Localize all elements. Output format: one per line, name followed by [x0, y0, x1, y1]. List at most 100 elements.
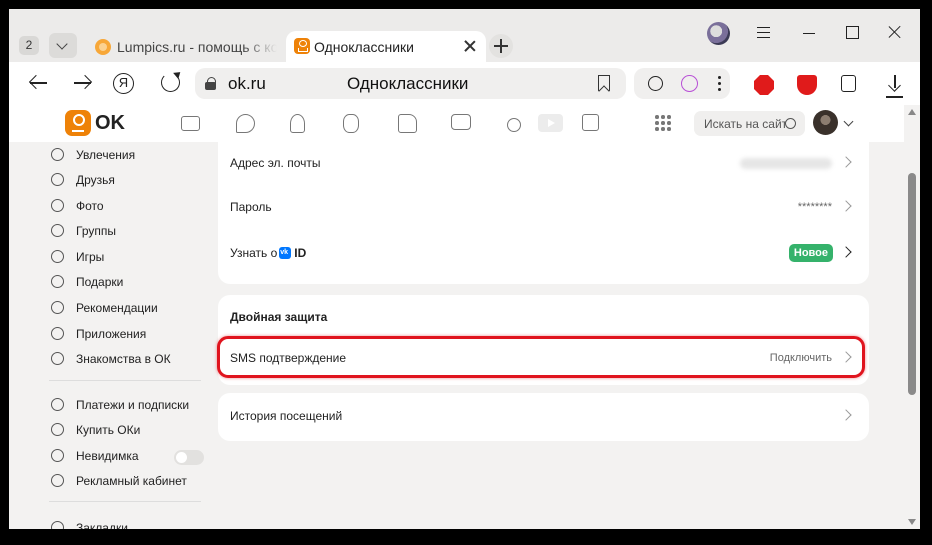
- notifications-bell-icon[interactable]: [290, 114, 305, 133]
- vk-logo-icon: [279, 247, 292, 259]
- sidebar-item-label: Друзья: [76, 173, 115, 187]
- chevron-right-icon: [840, 246, 852, 258]
- messages-icon[interactable]: [181, 116, 200, 131]
- sidebar-item-hobbies[interactable]: Увлечения: [49, 145, 214, 165]
- visit-history-row[interactable]: История посещений: [218, 395, 869, 439]
- sidebar-item-invisible[interactable]: Невидимка: [49, 446, 214, 466]
- browser-window: 2 Lumpics.ru - помощь с компьютером Одно…: [9, 9, 920, 529]
- scroll-up-arrow-icon[interactable]: [908, 109, 916, 115]
- history-label: История посещений: [230, 409, 343, 423]
- scroll-down-arrow-icon[interactable]: [908, 519, 916, 525]
- sidebar-item-label: Купить ОКи: [76, 423, 141, 437]
- video-play-icon[interactable]: [538, 114, 563, 132]
- coins-icon: [51, 423, 64, 436]
- page-scrollbar[interactable]: [904, 105, 920, 529]
- vkid-prefix: Узнать о: [230, 246, 278, 260]
- alice-assistant-icon[interactable]: [681, 75, 698, 92]
- toolbar-tools: [634, 68, 730, 99]
- lock-icon[interactable]: [205, 77, 217, 90]
- account-settings-card: Адрес эл. почты Пароль ******** Узнать о…: [218, 142, 869, 284]
- password-label: Пароль: [230, 200, 272, 214]
- sidebar-item-label: Фото: [76, 199, 104, 213]
- forward-arrow-icon[interactable]: [71, 71, 95, 95]
- lumpics-favicon-icon: [95, 39, 111, 55]
- vkid-label: Узнать о ID: [230, 246, 306, 260]
- ok-search-input[interactable]: Искать на сайте: [694, 111, 805, 136]
- bookmark-icon[interactable]: [598, 75, 610, 91]
- chevron-right-icon: [840, 156, 852, 168]
- sidebar-item-bookmarks[interactable]: Закладки: [49, 518, 214, 529]
- browser-toolbar: Я ok.ru Одноклассники: [9, 62, 920, 105]
- ok-logo-text[interactable]: OK: [95, 112, 125, 135]
- download-icon[interactable]: [885, 75, 905, 95]
- search-icon: [785, 118, 796, 129]
- search-icon[interactable]: [648, 76, 663, 91]
- minimize-icon[interactable]: [800, 23, 820, 43]
- sidebar-item-recommendations[interactable]: Рекомендации: [49, 298, 214, 318]
- sidebar-item-payments[interactable]: Платежи и подписки: [49, 395, 214, 415]
- tab-list-chevron-icon[interactable]: [49, 33, 77, 58]
- yandex-logo-icon[interactable]: Я: [113, 73, 134, 94]
- tab-counter[interactable]: 2: [19, 36, 39, 55]
- discussions-icon[interactable]: [236, 114, 255, 133]
- games-icon: [51, 250, 64, 263]
- close-window-icon[interactable]: [885, 23, 905, 43]
- events-like-icon[interactable]: [398, 114, 417, 133]
- search-placeholder: Искать на сайте: [704, 117, 794, 131]
- scroll-thumb[interactable]: [908, 173, 916, 395]
- sidebar-item-label: Закладки: [76, 521, 128, 529]
- password-value: ********: [797, 201, 832, 213]
- ok-header: OK Искать на сайте: [9, 105, 904, 142]
- browser-profile-avatar[interactable]: [707, 22, 730, 45]
- browser-menu-icon[interactable]: [754, 23, 774, 43]
- tab-odnoklassniki[interactable]: Одноклассники: [286, 31, 486, 62]
- ads-icon: [51, 474, 64, 487]
- payments-icon: [51, 398, 64, 411]
- sidebar-item-games[interactable]: Игры: [49, 247, 214, 267]
- sidebar-item-gifts[interactable]: Подарки: [49, 272, 214, 292]
- user-avatar[interactable]: [813, 110, 838, 135]
- sidebar-item-apps[interactable]: Приложения: [49, 324, 214, 344]
- sidebar-item-label: Платежи и подписки: [76, 398, 190, 412]
- invisible-toggle[interactable]: [174, 450, 204, 465]
- new-badge: Новое: [788, 244, 833, 262]
- sidebar-divider: [49, 501, 201, 502]
- address-bar[interactable]: ok.ru Одноклассники: [195, 68, 626, 99]
- sidebar-item-label: Приложения: [76, 327, 147, 341]
- sidebar-item-dating[interactable]: Знакомства в ОК: [49, 349, 214, 369]
- more-vertical-icon[interactable]: [718, 76, 721, 91]
- sidebar-item-groups[interactable]: Группы: [49, 221, 214, 241]
- email-value-blurred: [740, 158, 832, 169]
- guests-footprints-icon[interactable]: [343, 114, 359, 133]
- sidebar-item-ads[interactable]: Рекламный кабинет: [49, 471, 214, 491]
- apps-icon: [51, 327, 64, 340]
- sidebar-item-buy-oki[interactable]: Купить ОКи: [49, 420, 214, 440]
- password-row[interactable]: Пароль ********: [218, 186, 869, 230]
- music-note-icon[interactable]: [507, 118, 521, 132]
- protect-extension-icon[interactable]: [797, 75, 817, 95]
- ok-logo-icon[interactable]: [65, 110, 91, 136]
- sidebar-item-photo[interactable]: Фото: [49, 196, 214, 216]
- page-content: OK Искать на сайте Увлечения Друзья Фото…: [9, 105, 904, 529]
- sidebar-item-label: Знакомства в ОК: [76, 352, 171, 366]
- video-camera-icon[interactable]: [451, 114, 471, 130]
- tab-lumpics[interactable]: Lumpics.ru - помощь с компьютером: [89, 31, 277, 62]
- chevron-down-icon[interactable]: [843, 116, 854, 127]
- groups-icon: [51, 224, 64, 237]
- email-row[interactable]: Адрес эл. почты: [218, 142, 869, 186]
- calendar-icon[interactable]: [582, 114, 599, 131]
- close-tab-icon[interactable]: [464, 40, 476, 52]
- vkid-row[interactable]: Узнать о ID Новое: [218, 232, 869, 276]
- adblock-extension-icon[interactable]: [754, 75, 774, 95]
- ok-favicon-icon: [294, 38, 310, 54]
- extensions-puzzle-icon[interactable]: [841, 75, 856, 92]
- vkid-suffix: ID: [294, 246, 307, 260]
- new-tab-plus-icon[interactable]: [489, 34, 513, 58]
- maximize-icon[interactable]: [843, 23, 863, 43]
- apps-grid-icon[interactable]: [655, 115, 672, 132]
- reload-icon[interactable]: [161, 73, 180, 92]
- back-arrow-icon[interactable]: [27, 71, 51, 95]
- chevron-right-icon: [840, 409, 852, 421]
- chevron-right-icon: [840, 200, 852, 212]
- sidebar-item-friends[interactable]: Друзья: [49, 170, 214, 190]
